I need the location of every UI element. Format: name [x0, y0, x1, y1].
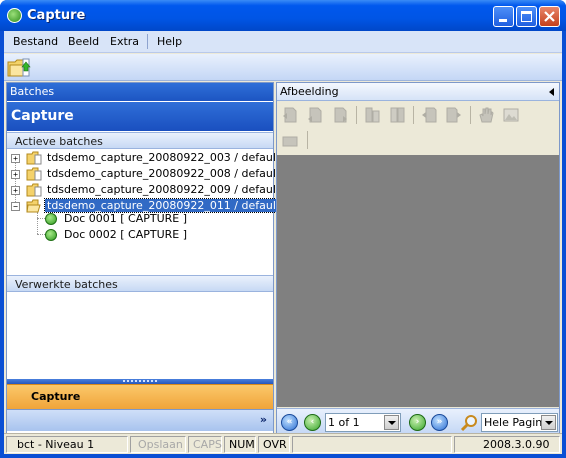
image-canvas[interactable] — [277, 155, 559, 407]
document-ok-icon — [45, 213, 57, 225]
menu-extra[interactable]: Extra — [110, 35, 139, 48]
split-page-icon[interactable] — [364, 107, 380, 123]
last-page-button[interactable]: » — [431, 414, 448, 431]
document-ok-icon — [45, 229, 57, 241]
page-prev-icon[interactable] — [421, 107, 437, 123]
chevron-down-icon[interactable] — [384, 415, 399, 430]
batches-panel: Batches Capture Actieve batches + tdsdem… — [6, 82, 284, 451]
window-title: Capture — [27, 8, 86, 23]
image-panel-title-bar: Afbeelding — [277, 83, 559, 101]
expand-icon[interactable]: + — [11, 186, 20, 195]
first-page-button[interactable]: « — [281, 414, 298, 431]
toolbar-separator — [307, 131, 308, 149]
more-buttons-icon[interactable]: » — [260, 413, 267, 426]
minimize-icon — [499, 19, 507, 22]
maximize-icon — [521, 11, 532, 22]
tree-item[interactable]: Doc 0001 [ CAPTURE ] — [7, 211, 273, 227]
status-empty — [292, 436, 452, 453]
expand-icon[interactable]: + — [11, 154, 20, 163]
page-next-icon[interactable] — [446, 107, 462, 123]
status-bar: bct - Niveau 1 Opslaan CAPS NUM OVR 2008… — [4, 433, 562, 454]
status-ovr: OVR — [258, 436, 290, 453]
page-navigator: « ‹ 1 of 1 › » Hele Pagina — [277, 408, 559, 434]
tree-item[interactable]: Doc 0002 [ CAPTURE ] — [7, 227, 273, 243]
toolbar-separator — [356, 106, 357, 124]
batch-folder-icon — [26, 151, 42, 165]
rotate-page-icon[interactable] — [282, 107, 298, 123]
menu-bestand[interactable]: Bestand — [13, 35, 58, 48]
next-page-button[interactable]: › — [409, 414, 426, 431]
chevron-down-icon[interactable] — [541, 415, 556, 430]
capture-header: Capture — [7, 102, 273, 131]
pan-hand-icon[interactable] — [478, 107, 494, 123]
processed-batches-header[interactable]: Verwerkte batches — [7, 275, 273, 292]
menu-bar: Bestand Beeld Extra Help — [4, 31, 562, 53]
expand-icon[interactable]: + — [11, 170, 20, 179]
close-button[interactable] — [539, 6, 560, 27]
maximize-button[interactable] — [516, 6, 537, 27]
page-select[interactable]: 1 of 1 — [325, 413, 401, 432]
next-page-icon: › — [415, 417, 420, 427]
zoom-select[interactable]: Hele Pagina — [481, 413, 558, 432]
status-version: 2008.3.0.90 — [454, 436, 560, 453]
title-bar[interactable]: Capture — [0, 0, 566, 31]
rotate-left-icon[interactable] — [307, 107, 323, 123]
previous-page-icon: ‹ — [310, 417, 315, 427]
menu-separator — [147, 34, 148, 49]
batches-panel-title: Batches — [7, 83, 273, 101]
client-area: Bestand Beeld Extra Help Batches Capture… — [4, 31, 562, 454]
tree-item[interactable]: + tdsdemo_capture_20080922_003 / default — [7, 150, 280, 166]
collapse-arrow-icon[interactable] — [549, 88, 554, 96]
batch-folder-icon — [26, 167, 42, 181]
document-label: Doc 0001 [ CAPTURE ] — [64, 212, 188, 225]
batch-label: tdsdemo_capture_20080922_008 / default — [47, 167, 281, 180]
merge-page-icon[interactable] — [389, 107, 405, 123]
last-page-icon: » — [436, 417, 443, 427]
page-select-value: 1 of 1 — [328, 416, 360, 429]
nav-button-bar: » — [7, 409, 273, 431]
image-panel: Afbeelding « ‹ 1 of 1 › » Hele Pagina — [276, 82, 560, 451]
tree-item[interactable]: + tdsdemo_capture_20080922_009 / default — [7, 182, 280, 198]
batch-label: tdsdemo_capture_20080922_003 / default — [47, 151, 281, 164]
document-label: Doc 0002 [ CAPTURE ] — [64, 228, 188, 241]
batch-folder-icon — [26, 183, 42, 197]
toolbar-separator — [470, 106, 471, 124]
rotate-right-icon[interactable] — [332, 107, 348, 123]
status-user: bct - Niveau 1 — [6, 436, 128, 453]
grip-icon — [123, 380, 157, 382]
image-view-icon[interactable] — [503, 107, 519, 123]
zoom-icon[interactable] — [460, 414, 478, 432]
app-icon — [7, 8, 22, 23]
status-save: Opslaan — [130, 436, 186, 453]
nav-capture-button[interactable]: Capture — [7, 384, 273, 409]
toolbar-separator — [413, 106, 414, 124]
image-panel-title: Afbeelding — [280, 85, 339, 98]
tree-item[interactable]: + tdsdemo_capture_20080922_008 / default — [7, 166, 280, 182]
menu-beeld[interactable]: Beeld — [68, 35, 99, 48]
collapse-icon[interactable]: − — [11, 202, 20, 211]
image-toolbar — [277, 102, 559, 153]
scan-icon[interactable] — [282, 133, 298, 149]
active-batches-header[interactable]: Actieve batches — [7, 132, 273, 149]
first-page-icon: « — [286, 417, 293, 427]
main-toolbar — [4, 54, 562, 81]
zoom-select-value: Hele Pagina — [484, 416, 549, 429]
menu-help[interactable]: Help — [157, 35, 182, 48]
window-border — [0, 454, 566, 458]
batch-tree: + tdsdemo_capture_20080922_003 / default… — [7, 150, 284, 274]
status-num: NUM — [224, 436, 256, 453]
close-icon — [544, 11, 555, 22]
status-caps: CAPS — [188, 436, 222, 453]
batch-label: tdsdemo_capture_20080922_009 / default — [47, 183, 281, 196]
app-window: Capture Bestand Beeld Extra Help Batches… — [0, 0, 566, 458]
minimize-button[interactable] — [493, 6, 514, 27]
open-folder-icon[interactable] — [7, 57, 31, 78]
previous-page-button[interactable]: ‹ — [304, 414, 321, 431]
